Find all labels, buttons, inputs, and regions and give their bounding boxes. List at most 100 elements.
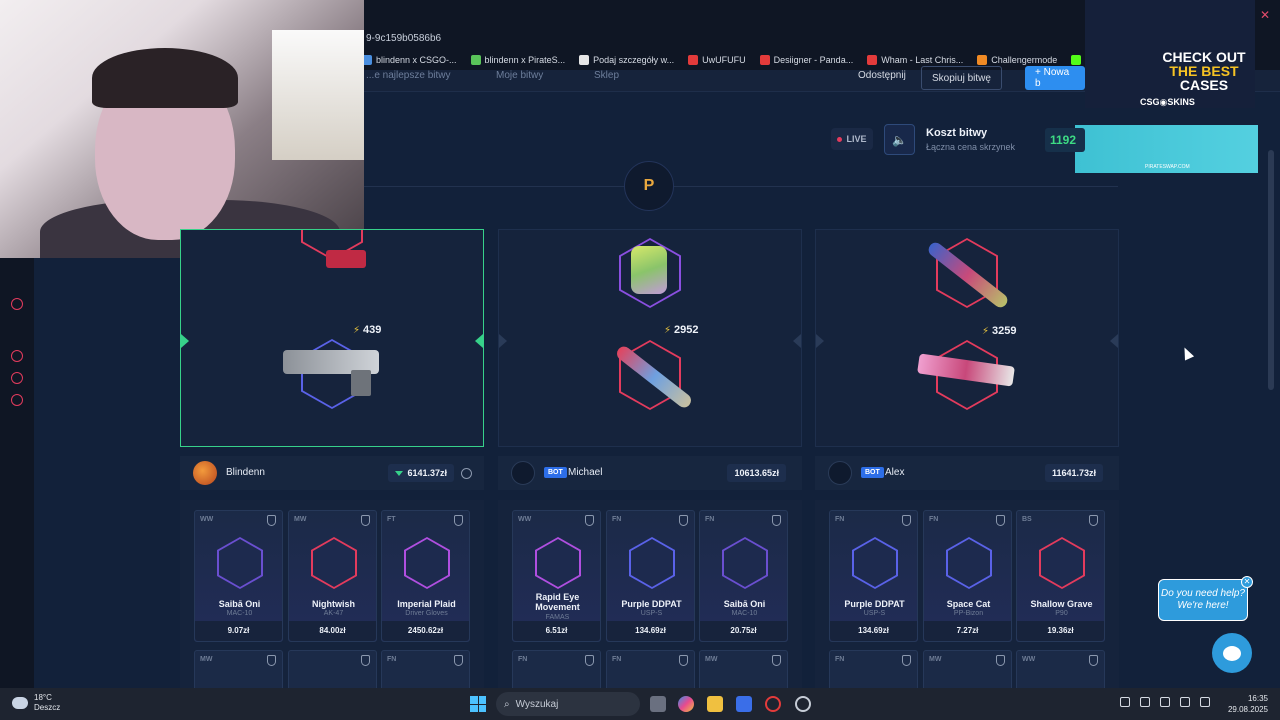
shield-icon[interactable]	[772, 515, 781, 526]
item-card[interactable]: FN	[381, 650, 470, 690]
bookmark-item[interactable]: blindenn x CSGO-...	[362, 55, 457, 65]
ad-banner[interactable]: PIRATESWAP.COM	[1075, 125, 1258, 173]
opera-gx-icon[interactable]	[765, 696, 781, 712]
extensions-icon[interactable]	[11, 372, 23, 384]
shield-icon[interactable]	[679, 515, 688, 526]
network-icon[interactable]	[1160, 697, 1170, 707]
item-card[interactable]: MW Nightwish AK-47 84.00zł	[288, 510, 377, 642]
item-condition: WW	[200, 516, 214, 523]
item-card[interactable]: FN Purple DDPAT USP-S 134.69zł	[606, 510, 695, 642]
item-card[interactable]: MW	[923, 650, 1012, 690]
shield-icon[interactable]	[772, 655, 781, 666]
file-explorer-icon[interactable]	[707, 696, 723, 712]
shield-icon[interactable]	[902, 655, 911, 666]
shield-icon[interactable]	[454, 515, 463, 526]
shield-icon[interactable]	[1089, 655, 1098, 666]
weather-widget[interactable]: 18°C Deszcz	[12, 693, 60, 713]
item-card[interactable]: WW Saibā Oni MAC-10 9.07zł	[194, 510, 283, 642]
avatar[interactable]	[193, 461, 217, 485]
shield-icon[interactable]	[1089, 515, 1098, 526]
settings-icon[interactable]	[11, 394, 23, 406]
new-battle-button[interactable]: + Nowa b	[1025, 66, 1085, 90]
item-card[interactable]: WW	[1016, 650, 1105, 690]
item-hex-frame	[852, 537, 898, 589]
item-hex-frame	[1039, 537, 1085, 589]
bookmark-favicon-icon	[579, 55, 590, 65]
copy-battle-button[interactable]: Skopiuj bitwę	[921, 66, 1002, 90]
volume-icon[interactable]	[1180, 697, 1190, 707]
close-icon[interactable]: ✕	[1258, 8, 1272, 22]
store-icon[interactable]	[736, 696, 752, 712]
item-card[interactable]: FN	[512, 650, 601, 690]
nav-shop[interactable]: Sklep	[594, 70, 619, 81]
item-card[interactable]: WW Rapid Eye Movement FAMAS 6.51zł	[512, 510, 601, 642]
shield-icon[interactable]	[585, 655, 594, 666]
item-card[interactable]: FN	[829, 650, 918, 690]
item-condition: WW	[1022, 656, 1036, 663]
webcam-window-area	[272, 30, 364, 160]
item-card[interactable]: FN Purple DDPAT USP-S 134.69zł	[829, 510, 918, 642]
player-name[interactable]: Blindenn	[226, 467, 265, 478]
mouse-cursor-icon	[1179, 345, 1195, 361]
item-card[interactable]: BS Shallow Grave P90 19.36zł	[1016, 510, 1105, 642]
microphone-icon[interactable]	[1140, 697, 1150, 707]
battery-icon[interactable]	[1200, 697, 1210, 707]
item-card[interactable]: FT Imperial Plaid Driver Gloves 2450.62zł	[381, 510, 470, 642]
bot-avatar-icon	[828, 461, 852, 485]
emoji-icon[interactable]	[461, 468, 472, 479]
shield-icon[interactable]	[996, 655, 1005, 666]
nav-best-battles[interactable]: ...e najlepsze bitwy	[366, 70, 451, 81]
item-weapon-type: MAC-10	[731, 610, 758, 617]
chevron-up-icon[interactable]	[1120, 697, 1130, 707]
bookmark-item[interactable]: Wham - Last Chris...	[867, 55, 963, 65]
item-hex-frame	[311, 537, 357, 589]
items-grid-1: WW Saibā Oni MAC-10 9.07zł MW Nightwish AK-47 8…	[180, 500, 484, 690]
item-price: 9.07zł	[195, 621, 282, 641]
copilot-icon[interactable]	[678, 696, 694, 712]
bot-avatar-icon	[511, 461, 535, 485]
pirate-logo-icon: P	[624, 161, 674, 211]
item-card[interactable]	[288, 650, 377, 690]
task-view-icon[interactable]	[650, 696, 666, 712]
shield-icon[interactable]	[267, 515, 276, 526]
player-icon[interactable]	[11, 298, 23, 310]
bookmark-item[interactable]: Podaj szczegóły w...	[579, 55, 674, 65]
close-icon[interactable]: ✕	[1241, 576, 1253, 588]
item-card[interactable]: MW	[194, 650, 283, 690]
shield-icon[interactable]	[267, 655, 276, 666]
taskbar-search[interactable]: ⌕ Wyszukaj	[496, 692, 640, 716]
item-card[interactable]: FN Saibā Oni MAC-10 20.75zł	[699, 510, 788, 642]
page-scrollbar[interactable]	[1268, 150, 1274, 390]
help-bubble[interactable]: Do you need help? We're here!	[1158, 579, 1248, 621]
item-card[interactable]: MW	[699, 650, 788, 690]
shield-icon[interactable]	[361, 515, 370, 526]
shield-icon[interactable]	[902, 515, 911, 526]
chat-button[interactable]	[1212, 633, 1252, 673]
bookmark-favicon-icon	[759, 55, 770, 65]
sound-toggle-button[interactable]: 🔈	[884, 124, 915, 155]
shield-icon[interactable]	[454, 655, 463, 666]
battle-cost-title: Koszt bitwy	[926, 127, 988, 139]
item-card[interactable]: FN	[606, 650, 695, 690]
nav-my-battles[interactable]: Moje bitwy	[496, 70, 543, 81]
item-name: Saibā Oni	[218, 599, 261, 609]
item-weapon-type: Driver Gloves	[405, 610, 448, 617]
bookmark-item[interactable]: Desiigner - Panda...	[759, 55, 853, 65]
history-icon[interactable]	[11, 350, 23, 362]
app-icon[interactable]	[795, 696, 811, 712]
address-bar[interactable]: 9-9c159b0586b6	[366, 33, 441, 44]
share-button[interactable]: Odostępnij	[858, 70, 906, 81]
bookmark-item[interactable]: blindenn x PirateS...	[470, 55, 565, 65]
shield-icon[interactable]	[679, 655, 688, 666]
shield-icon[interactable]	[361, 655, 370, 666]
shield-icon[interactable]	[996, 515, 1005, 526]
item-price: 134.69zł	[607, 621, 694, 641]
bookmark-item[interactable]: Challengermode	[977, 55, 1057, 65]
item-card[interactable]: FN Space Cat PP-Bizon 7.27zł	[923, 510, 1012, 642]
windows-start-icon[interactable]	[470, 696, 486, 712]
bookmark-item[interactable]: UwUFUFU	[688, 55, 746, 65]
shield-icon[interactable]	[585, 515, 594, 526]
player-name: Alex	[885, 467, 905, 478]
bot-badge: BOT	[544, 467, 567, 478]
taskbar-clock[interactable]: 16:35 29.08.2025	[1228, 693, 1268, 715]
